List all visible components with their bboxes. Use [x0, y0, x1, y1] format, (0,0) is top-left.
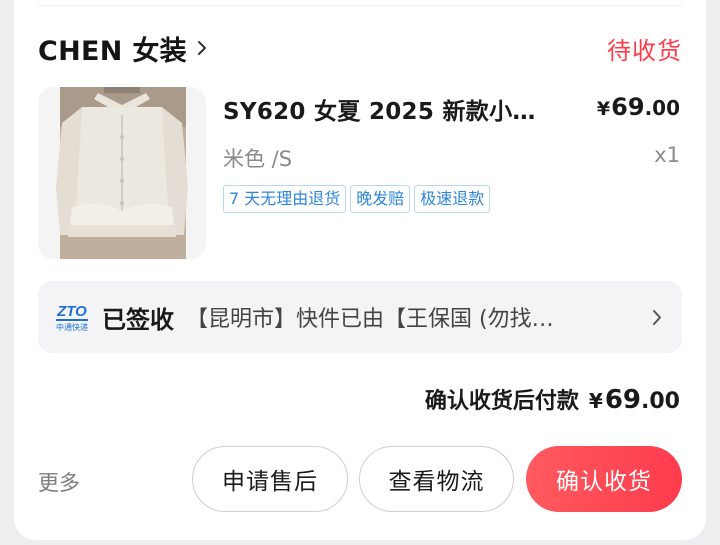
- payment-label: 确认收货后付款: [424, 389, 579, 414]
- service-tags: 7 天无理由退货 晚发赔 极速退款: [223, 185, 491, 213]
- payment-amount: ¥69.00: [589, 385, 680, 415]
- zto-carrier-logo-icon: ZTO 中通快递: [56, 303, 88, 332]
- product-price: ¥69.00: [597, 93, 680, 121]
- more-link[interactable]: 更多: [38, 467, 80, 497]
- shop-name[interactable]: CHEN 女装: [38, 29, 187, 68]
- amount-integer: 69: [604, 385, 642, 415]
- chevron-right-icon: [653, 310, 661, 325]
- price-integer: 69: [611, 93, 645, 121]
- confirm-receipt-button[interactable]: 确认收货: [526, 446, 682, 512]
- apply-after-sale-button[interactable]: 申请售后: [192, 446, 348, 512]
- shop-header: CHEN 女装 待收货: [38, 28, 682, 68]
- price-decimal: .00: [644, 96, 680, 120]
- tag-fast-refund: 极速退款: [414, 185, 491, 213]
- product-thumbnail[interactable]: [38, 87, 206, 259]
- amount-symbol: ¥: [588, 389, 603, 413]
- blouse-image: [38, 87, 206, 259]
- tag-free-return: 7 天无理由退货: [223, 185, 347, 213]
- order-status: 待收货: [607, 36, 682, 65]
- tag-late-delivery-compensation: 晚发赔: [350, 185, 411, 213]
- svg-text:中通快递: 中通快递: [56, 322, 88, 332]
- svg-text:ZTO: ZTO: [56, 303, 87, 320]
- product-variant: 米色 /S: [223, 147, 293, 171]
- product-title[interactable]: SY620 女夏 2025 新款小…: [223, 92, 536, 126]
- delivery-status: 已签收: [102, 305, 174, 334]
- price-symbol: ¥: [596, 98, 611, 120]
- top-divider: [38, 5, 682, 6]
- logistics-bar[interactable]: ZTO 中通快递 已签收 【昆明市】快件已由【王保国 (勿找…: [38, 281, 682, 353]
- logistics-detail: 【昆明市】快件已由【王保国 (勿找…: [186, 307, 554, 332]
- product-quantity: x1: [654, 143, 680, 167]
- chevron-right-icon: [197, 41, 206, 55]
- payment-summary: 确认收货后付款 ¥69.00: [425, 383, 680, 415]
- amount-decimal: .00: [641, 389, 680, 414]
- view-logistics-button[interactable]: 查看物流: [359, 446, 514, 512]
- shop-link[interactable]: CHEN 女装: [38, 29, 207, 68]
